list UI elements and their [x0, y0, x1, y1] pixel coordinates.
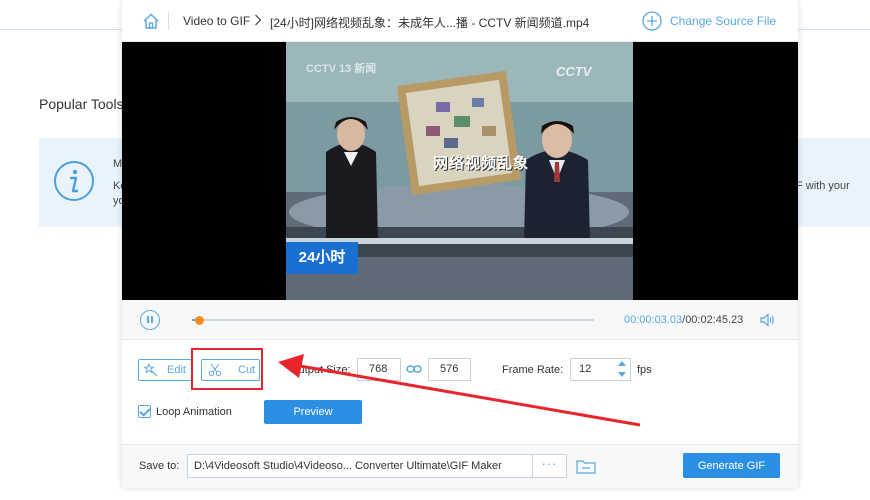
width-input[interactable]: 768	[357, 358, 401, 381]
fps-unit: fps	[637, 364, 652, 376]
pause-button[interactable]	[140, 310, 160, 330]
breadcrumb-file-name: [24小时]网络视频乱象：未成年人...播 - CCTV 新闻频道.mp4	[270, 16, 590, 30]
header-divider	[168, 12, 169, 30]
breadcrumb-video-to-gif[interactable]: Video to GIF	[183, 14, 250, 28]
home-icon[interactable]	[142, 12, 160, 30]
annotation-highlight-box	[191, 348, 263, 390]
magic-wand-icon	[144, 363, 158, 377]
video-frame: CCTV 13 新闻 CCTV 网络视频乱象 24小时	[286, 42, 633, 300]
playback-controls: 00:00:03.03/00:02:45.23	[122, 300, 798, 340]
progress-track[interactable]	[192, 319, 594, 321]
folder-icon[interactable]	[576, 458, 596, 474]
output-size-label: Output Size:	[290, 364, 351, 376]
chevron-right-icon	[255, 14, 262, 26]
edit-label: Edit	[167, 364, 186, 376]
edit-button[interactable]: Edit	[138, 359, 192, 381]
video-ticker: 24小时	[286, 242, 358, 274]
dialog-header: Video to GIF [24小时]网络视频乱象：未成年人...播 - CCT…	[122, 0, 798, 42]
browse-more-button[interactable]: ···	[532, 455, 566, 477]
channel-logo-left: CCTV 13 新闻	[306, 63, 377, 75]
frame-rate-decrease[interactable]	[618, 372, 626, 377]
change-source-file-button[interactable]: Change Source File	[642, 10, 776, 32]
frame-rate-label: Frame Rate:	[502, 364, 564, 376]
total-time: 00:02:45.23	[685, 314, 744, 326]
gif-settings: Edit Cut Output Size: 768 576 Frame Rate…	[122, 340, 798, 444]
video-banner-text: 网络视频乱象	[432, 155, 529, 172]
generate-gif-button[interactable]: Generate GIF	[683, 453, 780, 478]
popular-tools-title: Popular Tools	[39, 96, 124, 112]
height-input[interactable]: 576	[428, 358, 471, 381]
save-to-label: Save to:	[139, 460, 180, 472]
channel-logo-right: CCTV	[556, 64, 592, 79]
volume-icon[interactable]	[759, 312, 775, 328]
time-display: 00:00:03.03/00:02:45.23	[624, 314, 743, 326]
save-bar: Save to: D:\4Videosoft Studio\4Videoso..…	[122, 444, 798, 488]
progress-thumb[interactable]	[195, 316, 205, 325]
info-icon	[54, 161, 94, 201]
link-icon[interactable]	[406, 363, 422, 375]
loop-animation-checkbox[interactable]	[138, 405, 151, 418]
info-text-right: F with your	[796, 180, 850, 192]
change-source-label: Change Source File	[670, 14, 777, 28]
preview-button[interactable]: Preview	[264, 400, 362, 424]
info-text-line-1: M	[113, 158, 123, 170]
video-preview[interactable]: CCTV 13 新闻 CCTV 网络视频乱象 24小时	[122, 42, 798, 300]
frame-rate-increase[interactable]	[618, 361, 626, 366]
save-path-input[interactable]: D:\4Videosoft Studio\4Videoso... Convert…	[187, 454, 567, 478]
add-circle-icon	[642, 11, 662, 31]
loop-animation-label: Loop Animation	[156, 406, 232, 418]
current-time: 00:00:03.03	[624, 314, 683, 326]
video-to-gif-dialog: Video to GIF [24小时]网络视频乱象：未成年人...播 - CCT…	[122, 0, 798, 488]
